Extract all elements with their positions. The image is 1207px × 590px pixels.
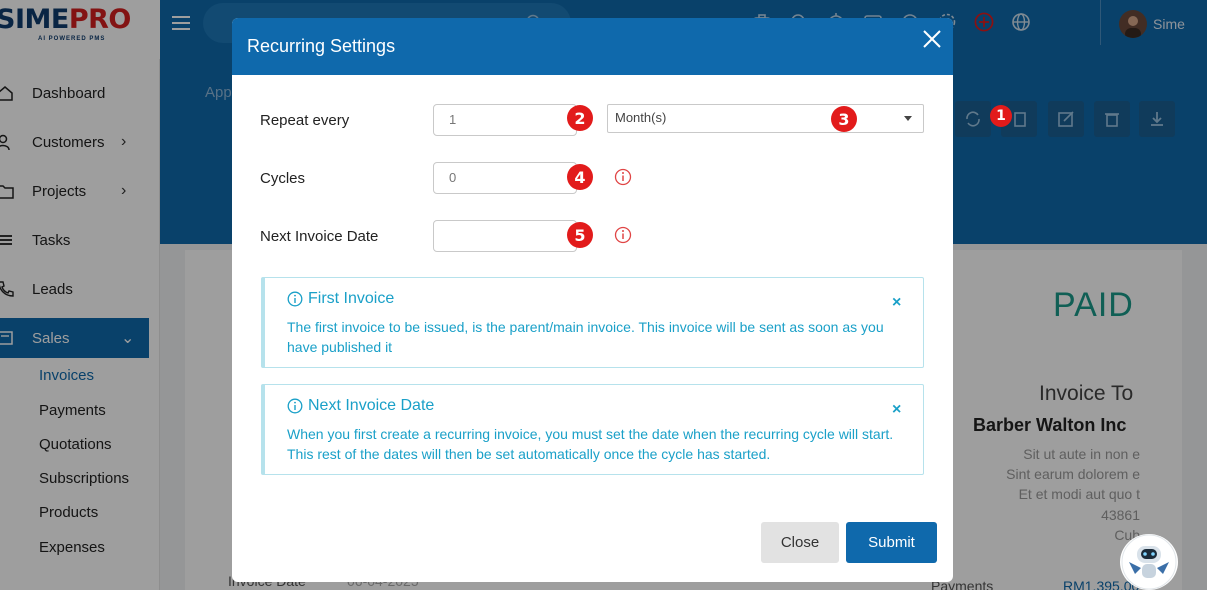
alert-body: When you first create a recurring invoic… <box>287 426 894 462</box>
next-invoice-date-label: Next Invoice Date <box>260 228 379 245</box>
alert-title-text: Next Invoice Date <box>308 397 435 414</box>
dismiss-alert-button[interactable]: × <box>892 294 901 312</box>
next-invoice-date-input[interactable] <box>433 220 577 252</box>
step-badge-4: 4 <box>567 164 593 190</box>
info-icon[interactable] <box>614 168 632 186</box>
chevron-down-icon <box>904 116 912 121</box>
close-icon[interactable] <box>921 28 943 50</box>
modal-title: Recurring Settings <box>247 36 396 56</box>
submit-button[interactable]: Submit <box>846 522 937 563</box>
cycles-label: Cycles <box>260 170 306 187</box>
first-invoice-alert: First Invoice × The first invoice to be … <box>261 277 924 368</box>
info-icon[interactable] <box>614 226 632 244</box>
close-button[interactable]: Close <box>761 522 839 563</box>
dismiss-alert-button[interactable]: × <box>892 401 901 419</box>
step-badge-1: 1 <box>990 105 1012 127</box>
robot-icon <box>1121 534 1177 590</box>
next-invoice-date-alert: Next Invoice Date × When you first creat… <box>261 384 924 475</box>
alert-title: Next Invoice Date <box>287 397 434 415</box>
cycles-input[interactable]: 0 <box>433 162 577 194</box>
info-icon <box>287 291 303 307</box>
step-badge-2: 2 <box>567 105 593 131</box>
assistant-bot-button[interactable] <box>1120 534 1178 590</box>
step-badge-5: 5 <box>567 222 593 248</box>
step-badge-3: 3 <box>831 106 857 132</box>
alert-title-text: First Invoice <box>308 290 395 307</box>
recurring-settings-modal: Recurring Settings Repeat every 1 2 Mont… <box>232 18 953 582</box>
repeat-every-label: Repeat every <box>260 112 350 129</box>
repeat-every-input[interactable]: 1 <box>433 104 577 136</box>
info-icon <box>287 398 303 414</box>
alert-title: First Invoice <box>287 290 394 308</box>
repeat-unit-select[interactable]: Month(s) <box>607 104 924 133</box>
app: SIMEPRO AI POWERED PMS Sime Dashboard Cu… <box>0 0 1207 590</box>
alert-body: The first invoice to be issued, is the p… <box>287 319 884 355</box>
modal-header: Recurring Settings <box>232 18 953 75</box>
